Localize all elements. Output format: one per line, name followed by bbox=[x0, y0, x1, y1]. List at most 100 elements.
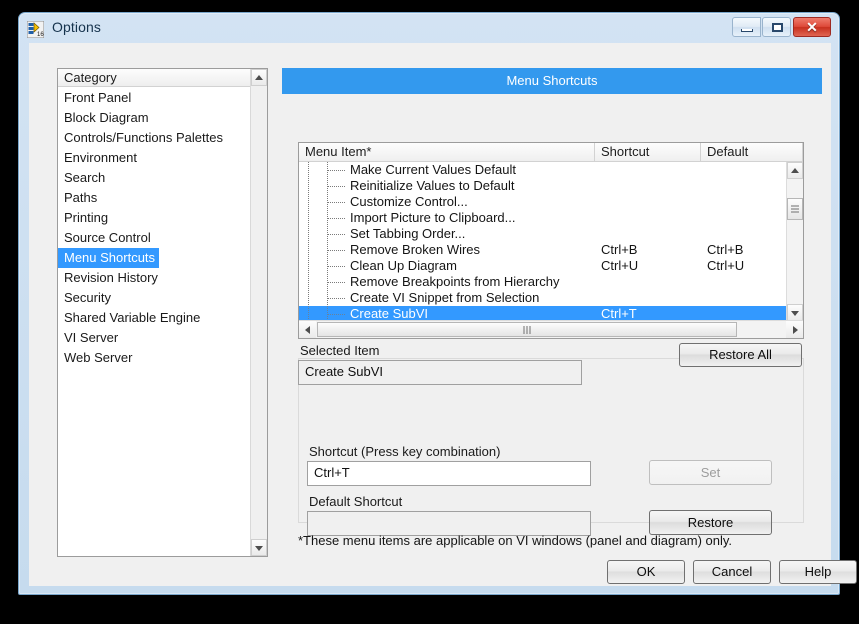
table-row[interactable]: Make Current Values Default bbox=[299, 162, 803, 178]
scroll-down-icon[interactable] bbox=[787, 304, 803, 321]
table-row[interactable]: Customize Control... bbox=[299, 194, 803, 210]
sidebar-item-web-server[interactable]: Web Server bbox=[58, 348, 250, 368]
cell-menu-item: Remove Breakpoints from Hierarchy bbox=[350, 274, 560, 289]
svg-text:16: 16 bbox=[37, 32, 44, 38]
tree-branch-icon bbox=[328, 234, 346, 235]
column-header-shortcut[interactable]: Shortcut bbox=[595, 143, 701, 161]
table-row[interactable]: Set Tabbing Order... bbox=[299, 226, 803, 242]
settings-panel: Menu Shortcuts Menu Item* Shortcut Defau… bbox=[282, 68, 822, 557]
selected-item-field: Create SubVI bbox=[298, 360, 582, 385]
scroll-up-icon[interactable] bbox=[251, 69, 267, 86]
menu-shortcuts-table[interactable]: Menu Item* Shortcut Default Make Current… bbox=[298, 142, 804, 339]
sidebar-item-search[interactable]: Search bbox=[58, 168, 250, 188]
column-header-menu-item[interactable]: Menu Item* bbox=[299, 143, 595, 161]
set-button[interactable]: Set bbox=[649, 460, 772, 485]
close-icon: ✕ bbox=[806, 19, 818, 35]
tree-branch-icon bbox=[328, 314, 346, 315]
cell-menu-item: Reinitialize Values to Default bbox=[350, 178, 515, 193]
tree-guide-icon bbox=[308, 242, 309, 258]
sidebar-item-menu-shortcuts[interactable]: Menu Shortcuts bbox=[58, 248, 250, 268]
sidebar-item-front-panel[interactable]: Front Panel bbox=[58, 88, 250, 108]
horizontal-scroll-thumb[interactable] bbox=[317, 322, 737, 337]
table-horizontal-scrollbar[interactable] bbox=[299, 320, 803, 338]
tree-branch-icon bbox=[328, 218, 346, 219]
category-item-label: Security bbox=[64, 290, 111, 305]
sidebar-item-vi-server[interactable]: VI Server bbox=[58, 328, 250, 348]
tree-branch-icon bbox=[328, 170, 346, 171]
tree-guide-icon bbox=[308, 194, 309, 210]
cell-menu-item: Clean Up Diagram bbox=[350, 258, 457, 273]
cell-menu-item: Create SubVI bbox=[350, 306, 429, 321]
title-bar: 16 Options ✕ bbox=[19, 13, 839, 43]
category-list-panel: Category Front Panel Block Diagram Contr… bbox=[57, 68, 268, 557]
category-item-label: Environment bbox=[64, 150, 137, 165]
footnote-text: *These menu items are applicable on VI w… bbox=[298, 533, 733, 548]
category-item-label: VI Server bbox=[64, 330, 119, 345]
table-row[interactable]: Create VI Snippet from Selection bbox=[299, 290, 803, 306]
maximize-icon bbox=[772, 23, 783, 32]
sidebar-item-revision-history[interactable]: Revision History bbox=[58, 268, 250, 288]
column-header-default[interactable]: Default bbox=[701, 143, 803, 161]
cell-shortcut: Ctrl+U bbox=[601, 258, 639, 273]
labview-options-icon: 16 bbox=[27, 21, 44, 38]
sidebar-item-paths[interactable]: Paths bbox=[58, 188, 250, 208]
shortcut-label: Shortcut (Press key combination) bbox=[309, 444, 501, 459]
sidebar-item-block-diagram[interactable]: Block Diagram bbox=[58, 108, 250, 128]
table-header-row: Menu Item* Shortcut Default bbox=[299, 143, 803, 162]
sidebar-item-shared-variable-engine[interactable]: Shared Variable Engine bbox=[58, 308, 250, 328]
tree-branch-icon bbox=[328, 266, 346, 267]
scroll-up-icon[interactable] bbox=[787, 162, 803, 179]
grip-icon bbox=[791, 205, 799, 213]
table-row-selected[interactable]: Create SubVI Ctrl+T bbox=[299, 306, 803, 321]
sidebar-item-printing[interactable]: Printing bbox=[58, 208, 250, 228]
cancel-button[interactable]: Cancel bbox=[693, 560, 771, 584]
table-vertical-scrollbar[interactable] bbox=[786, 162, 803, 321]
category-item-label: Web Server bbox=[64, 350, 133, 365]
tree-guide-icon bbox=[308, 210, 309, 226]
category-list-scrollbar[interactable] bbox=[250, 69, 267, 556]
category-item-label: Search bbox=[64, 170, 106, 185]
table-row[interactable]: Remove Breakpoints from Hierarchy bbox=[299, 274, 803, 290]
close-button[interactable]: ✕ bbox=[793, 17, 831, 37]
category-list-items: Front Panel Block Diagram Controls/Funct… bbox=[58, 88, 250, 368]
sidebar-item-controls-functions-palettes[interactable]: Controls/Functions Palettes bbox=[58, 128, 250, 148]
grip-icon bbox=[523, 325, 531, 334]
cell-menu-item: Customize Control... bbox=[350, 194, 468, 209]
default-shortcut-label: Default Shortcut bbox=[309, 494, 403, 509]
table-row[interactable]: Clean Up Diagram Ctrl+U Ctrl+U bbox=[299, 258, 803, 274]
scroll-right-icon[interactable] bbox=[786, 321, 803, 338]
tree-guide-icon bbox=[308, 306, 309, 321]
table-row[interactable]: Remove Broken Wires Ctrl+B Ctrl+B bbox=[299, 242, 803, 258]
minimize-button[interactable] bbox=[732, 17, 761, 37]
category-item-label: Front Panel bbox=[64, 90, 132, 105]
selected-item-label: Selected Item bbox=[300, 343, 380, 358]
help-button[interactable]: Help bbox=[779, 560, 857, 584]
table-row[interactable]: Reinitialize Values to Default bbox=[299, 178, 803, 194]
scroll-down-icon[interactable] bbox=[251, 539, 267, 556]
restore-button[interactable]: Restore bbox=[649, 510, 772, 535]
tree-guide-icon bbox=[308, 258, 309, 274]
category-list-header: Category bbox=[58, 69, 251, 87]
restore-all-button[interactable]: Restore All bbox=[679, 343, 802, 367]
cell-menu-item: Remove Broken Wires bbox=[350, 242, 481, 257]
shortcut-input[interactable]: Ctrl+T bbox=[307, 461, 591, 486]
vertical-scroll-thumb[interactable] bbox=[787, 198, 803, 220]
sidebar-item-environment[interactable]: Environment bbox=[58, 148, 250, 168]
cell-menu-item: Set Tabbing Order... bbox=[350, 226, 466, 241]
ok-button[interactable]: OK bbox=[607, 560, 685, 584]
maximize-button[interactable] bbox=[762, 17, 791, 37]
sidebar-item-source-control[interactable]: Source Control bbox=[58, 228, 250, 248]
tree-guide-icon bbox=[308, 226, 309, 242]
category-item-label: Shared Variable Engine bbox=[64, 310, 201, 325]
sidebar-item-security[interactable]: Security bbox=[58, 288, 250, 308]
dialog-client-area: Category Front Panel Block Diagram Contr… bbox=[29, 43, 857, 586]
tree-guide-icon bbox=[308, 274, 309, 290]
scroll-left-icon[interactable] bbox=[299, 321, 316, 338]
tree-guide-icon bbox=[308, 178, 309, 194]
cell-shortcut: Ctrl+B bbox=[601, 242, 638, 257]
table-row[interactable]: Import Picture to Clipboard... bbox=[299, 210, 803, 226]
category-item-label: Controls/Functions Palettes bbox=[64, 130, 223, 145]
section-banner: Menu Shortcuts bbox=[282, 68, 822, 94]
tree-branch-icon bbox=[328, 186, 346, 187]
options-dialog-window: 16 Options ✕ Category Front Panel Block … bbox=[18, 12, 857, 595]
